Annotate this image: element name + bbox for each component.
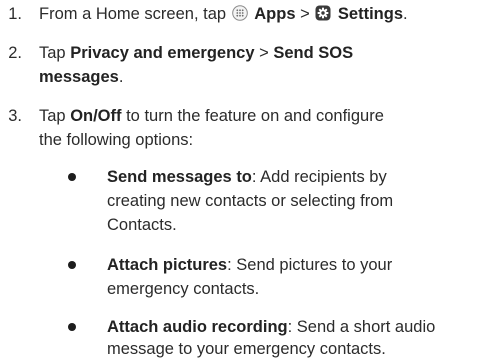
step-number: 1. [8, 5, 22, 23]
step-number: 3. [8, 107, 22, 125]
settings-label: Settings [337, 5, 403, 23]
step-text: messages. [39, 68, 124, 86]
apps-label: Apps [254, 5, 296, 23]
option-text: Attach pictures: Send pictures to your [107, 256, 393, 274]
settings-gear-icon [315, 5, 331, 21]
step-text: Tap On/Off to turn the feature on and co… [39, 107, 384, 125]
apps-grid-icon [231, 5, 248, 21]
step-text: the following options: [39, 131, 194, 149]
bullet-dot [68, 323, 76, 331]
option-text: Send messages to: Add recipients by [107, 168, 387, 186]
instructions: 1. From a Home screen, tap Apps > Settin… [0, 0, 502, 361]
option-text: Attach audio recording: Send a short aud… [107, 318, 436, 336]
bullet-dot [68, 173, 76, 181]
step-text: From a Home screen, tap Apps > Settings. [39, 5, 408, 23]
step-text: Tap Privacy and emergency > Send SOS [39, 44, 354, 62]
bullet-dot [68, 261, 76, 269]
step-number: 2. [8, 44, 22, 62]
